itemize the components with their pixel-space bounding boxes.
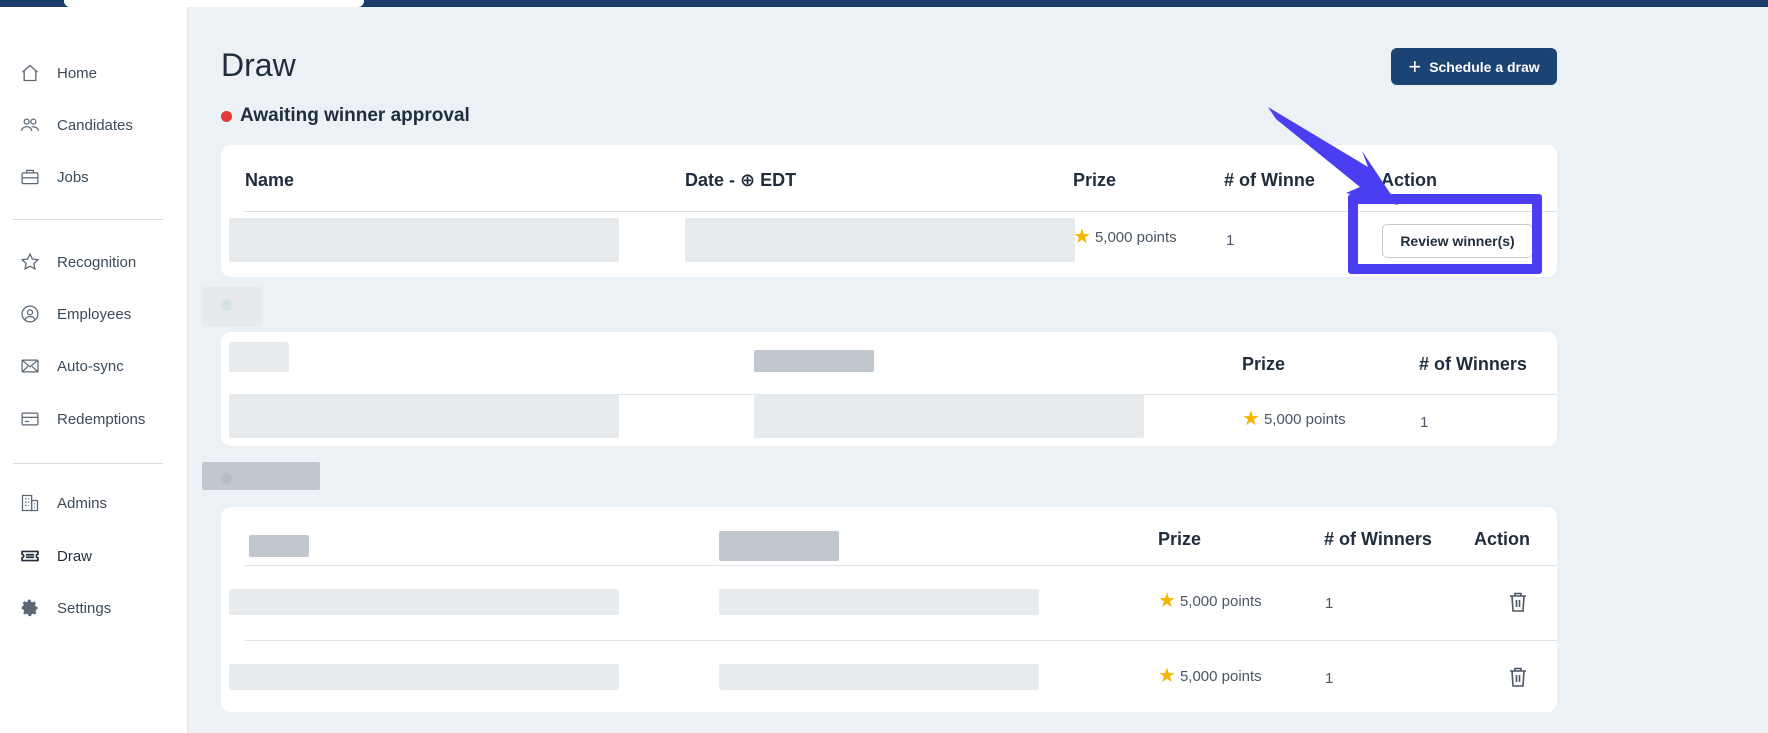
redacted-header <box>754 350 874 372</box>
third-table: Prize # of Winners Action ★ 5,000 points… <box>221 507 1557 712</box>
table-row-winners: 1 <box>1325 670 1334 687</box>
sidebar-item-recognition[interactable]: Recognition <box>18 245 168 279</box>
sidebar-item-settings[interactable]: Settings <box>18 591 168 625</box>
redacted-header <box>719 531 839 561</box>
star-icon: ★ <box>1073 226 1091 248</box>
home-icon <box>18 61 42 85</box>
page-title: Draw <box>221 47 296 83</box>
status-dot-red <box>221 110 232 122</box>
redacted-section-title <box>202 462 320 490</box>
ticket-icon <box>18 544 42 568</box>
redacted-date <box>685 218 1075 262</box>
column-header-prize: Prize <box>1073 170 1117 190</box>
table-row-prize: ★ 5,000 points <box>1073 227 1177 247</box>
sidebar-item-admins[interactable]: Admins <box>18 486 168 520</box>
prize-value: 5,000 points <box>1263 410 1346 428</box>
sidebar-divider <box>13 463 163 464</box>
sidebar-item-draw[interactable]: Draw <box>18 539 168 573</box>
prize-value: 5,000 points <box>1179 592 1262 610</box>
sidebar-item-label: Auto-sync <box>57 357 124 375</box>
column-header-winners: # of Winners <box>1324 529 1432 549</box>
sidebar-item-candidates[interactable]: Candidates <box>18 108 168 142</box>
star-icon: ★ <box>1242 408 1260 430</box>
redacted-section-title <box>202 287 262 327</box>
sidebar-item-label: Jobs <box>57 168 89 186</box>
table-row-winners: 1 <box>1325 595 1334 612</box>
table-row-winners: 1 <box>1420 414 1429 431</box>
sidebar-item-employees[interactable]: Employees <box>18 297 168 331</box>
sidebar-item-label: Home <box>57 64 98 82</box>
column-header-prize: Prize <box>1242 354 1286 374</box>
briefcase-icon <box>18 165 42 189</box>
redacted-header <box>229 342 289 372</box>
row-divider <box>245 640 1557 641</box>
sidebar: Home Candidates Jobs Recognition Employe… <box>0 7 188 733</box>
star-icon: ★ <box>1158 665 1176 687</box>
sidebar-item-label: Admins <box>57 494 108 512</box>
table-row-prize: ★ 5,000 points <box>1158 591 1262 611</box>
schedule-draw-button[interactable]: + Schedule a draw <box>1391 48 1557 85</box>
redacted-date <box>719 589 1039 615</box>
sidebar-item-label: Employees <box>57 305 132 323</box>
table-row-winners: 1 <box>1226 232 1235 249</box>
user-circle-icon <box>18 302 42 326</box>
sidebar-item-label: Settings <box>57 599 112 617</box>
redacted-date <box>754 394 1144 438</box>
mail-icon <box>18 354 42 378</box>
plus-icon: + <box>1408 53 1422 79</box>
star-icon <box>18 250 42 274</box>
sidebar-item-label: Draw <box>57 547 93 565</box>
sidebar-item-label: Recognition <box>57 253 137 271</box>
redacted-date <box>719 664 1039 690</box>
section-title-text: Awaiting winner approval <box>240 105 470 126</box>
sidebar-item-label: Candidates <box>57 116 133 134</box>
users-icon <box>18 113 42 137</box>
column-header-name: Name <box>245 170 295 190</box>
redacted-name <box>229 218 619 262</box>
top-bar <box>0 0 1768 7</box>
sidebar-divider <box>13 219 163 220</box>
column-header-date: Date - ⊕ EDT <box>685 170 797 190</box>
trash-icon[interactable] <box>1508 591 1528 613</box>
table-row-prize: ★ 5,000 points <box>1158 666 1262 686</box>
column-header-prize: Prize <box>1158 529 1202 549</box>
redacted-name <box>229 394 619 438</box>
redacted-name <box>229 664 619 690</box>
annotation-arrow-icon <box>1268 107 1398 205</box>
main-content: Draw + Schedule a draw Awaiting winner a… <box>188 7 1768 733</box>
header-divider <box>245 565 1557 566</box>
sidebar-item-redemptions[interactable]: Redemptions <box>18 402 168 436</box>
prize-value: 5,000 points <box>1094 228 1177 246</box>
gear-icon <box>18 596 42 620</box>
sidebar-item-auto-sync[interactable]: Auto-sync <box>18 349 168 383</box>
section-title-awaiting: Awaiting winner approval <box>221 105 470 127</box>
building-icon <box>18 491 42 515</box>
column-header-action: Action <box>1474 529 1530 549</box>
table-row-prize: ★ 5,000 points <box>1242 409 1346 429</box>
sidebar-item-home[interactable]: Home <box>18 56 168 90</box>
schedule-draw-label: Schedule a draw <box>1429 58 1540 75</box>
prize-value: 5,000 points <box>1179 667 1262 685</box>
trash-icon[interactable] <box>1508 666 1528 688</box>
top-search-bar[interactable] <box>64 0 364 7</box>
second-table: Prize # of Winners ★ 5,000 points 1 <box>221 332 1557 446</box>
redacted-name <box>229 589 619 615</box>
sidebar-item-jobs[interactable]: Jobs <box>18 160 168 194</box>
card-icon <box>18 407 42 431</box>
column-header-winners: # of Winners <box>1419 354 1527 374</box>
star-icon: ★ <box>1158 590 1176 612</box>
redacted-header <box>249 535 309 557</box>
sidebar-item-label: Redemptions <box>57 410 146 428</box>
